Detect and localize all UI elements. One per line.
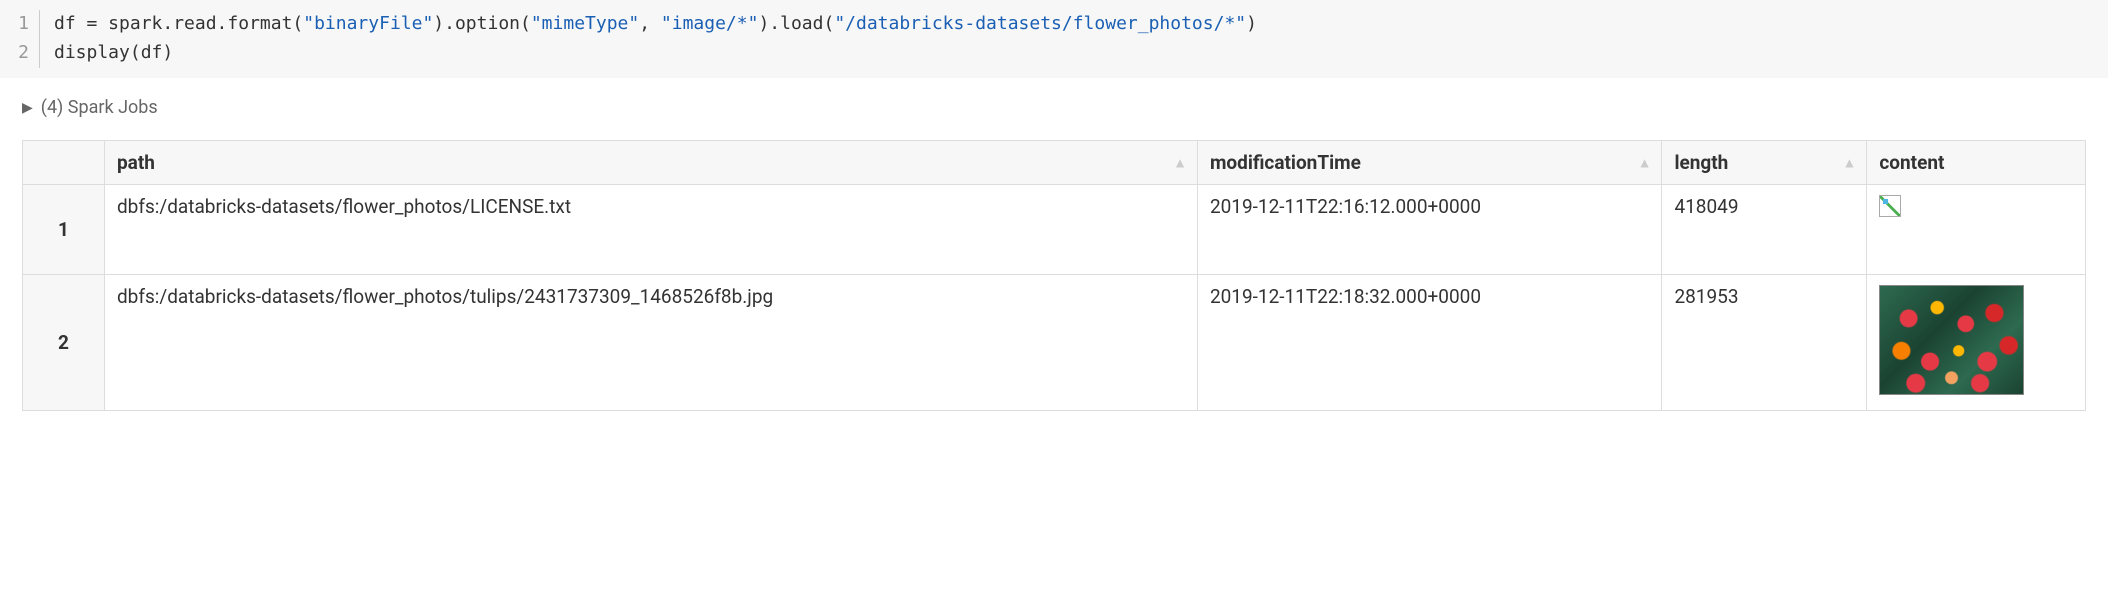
table-row[interactable]: 2 dbfs:/databricks-datasets/flower_photo… bbox=[23, 275, 2086, 411]
row-index: 1 bbox=[23, 185, 105, 275]
column-header-path[interactable]: path ▲ bbox=[104, 141, 1197, 185]
sort-icon[interactable]: ▲ bbox=[1173, 154, 1187, 171]
table-row[interactable]: 1 dbfs:/databricks-datasets/flower_photo… bbox=[23, 185, 2086, 275]
broken-image-icon bbox=[1879, 195, 1901, 217]
flower-thumbnail-image bbox=[1879, 285, 2024, 395]
spark-jobs-label: (4) Spark Jobs bbox=[41, 97, 158, 118]
column-header-content[interactable]: content bbox=[1867, 141, 2086, 185]
sort-icon[interactable]: ▲ bbox=[1638, 154, 1652, 171]
cell-modificationtime[interactable]: 2019-12-11T22:16:12.000+0000 bbox=[1197, 185, 1662, 275]
column-header-index[interactable] bbox=[23, 141, 105, 185]
line-number: 1 bbox=[0, 10, 29, 39]
triangle-right-icon: ▶ bbox=[22, 100, 33, 116]
line-gutter: 1 2 bbox=[0, 10, 40, 68]
sort-icon[interactable]: ▲ bbox=[1843, 154, 1857, 171]
column-header-length[interactable]: length ▲ bbox=[1662, 141, 1867, 185]
cell-path[interactable]: dbfs:/databricks-datasets/flower_photos/… bbox=[104, 185, 1197, 275]
code-cell[interactable]: 1 2 df = spark.read.format("binaryFile")… bbox=[0, 0, 2108, 78]
code-line[interactable]: df = spark.read.format("binaryFile").opt… bbox=[54, 10, 2108, 39]
cell-modificationtime[interactable]: 2019-12-11T22:18:32.000+0000 bbox=[1197, 275, 1662, 411]
cell-length[interactable]: 281953 bbox=[1662, 275, 1867, 411]
line-number: 2 bbox=[0, 39, 29, 68]
result-table: path ▲ modificationTime ▲ length ▲ conte… bbox=[22, 140, 2086, 411]
code-line[interactable]: display(df) bbox=[54, 39, 2108, 68]
row-index: 2 bbox=[23, 275, 105, 411]
column-header-modificationtime[interactable]: modificationTime ▲ bbox=[1197, 141, 1662, 185]
cell-length[interactable]: 418049 bbox=[1662, 185, 1867, 275]
code-content[interactable]: df = spark.read.format("binaryFile").opt… bbox=[40, 10, 2108, 68]
cell-path[interactable]: dbfs:/databricks-datasets/flower_photos/… bbox=[104, 275, 1197, 411]
spark-jobs-toggle[interactable]: ▶ (4) Spark Jobs bbox=[22, 97, 158, 118]
cell-content[interactable] bbox=[1867, 275, 2086, 411]
cell-content[interactable] bbox=[1867, 185, 2086, 275]
output-section: ▶ (4) Spark Jobs path ▲ modificationTime… bbox=[0, 78, 2108, 412]
